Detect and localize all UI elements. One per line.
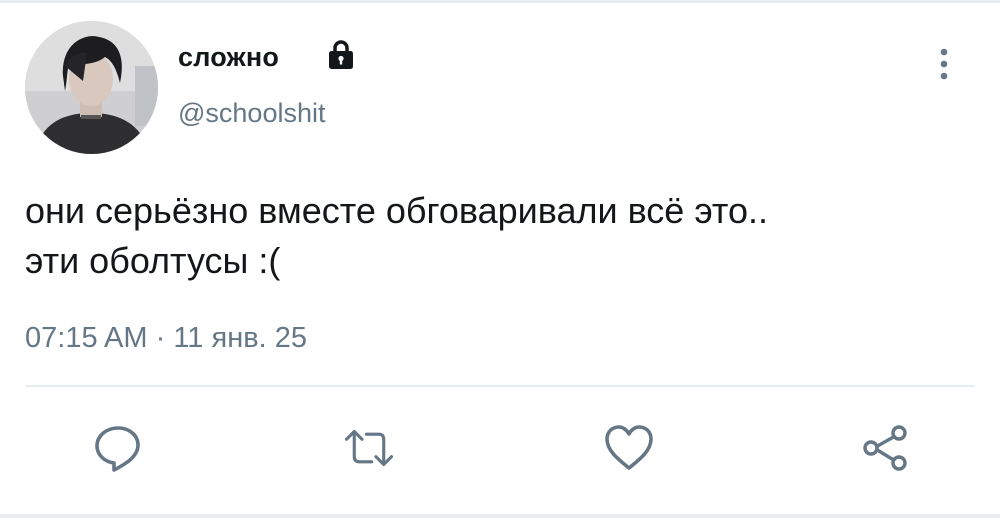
tweet-time[interactable]: 07:15 AM	[25, 322, 148, 354]
handle[interactable]: @schoolshit	[178, 96, 325, 130]
retweet-icon[interactable]	[343, 422, 395, 474]
share-icon[interactable]	[859, 422, 911, 474]
lock-icon	[329, 40, 353, 69]
top-divider	[0, 0, 1000, 3]
tweet-date[interactable]: 11 янв. 25	[173, 322, 307, 354]
more-options-icon[interactable]	[932, 44, 956, 84]
tweet-text: они серьёзно вместе обговаривали всё это…	[25, 190, 769, 281]
reply-icon[interactable]	[92, 422, 144, 474]
avatar-image	[25, 21, 158, 154]
like-icon[interactable]	[603, 422, 655, 474]
bottom-divider	[0, 514, 1000, 518]
tweet-meta: 07:15 AM · 11 янв. 25	[25, 318, 307, 358]
display-name[interactable]: сложно	[178, 40, 279, 74]
meta-separator: ·	[155, 322, 166, 354]
actions-divider	[25, 385, 975, 387]
avatar[interactable]	[25, 21, 158, 154]
